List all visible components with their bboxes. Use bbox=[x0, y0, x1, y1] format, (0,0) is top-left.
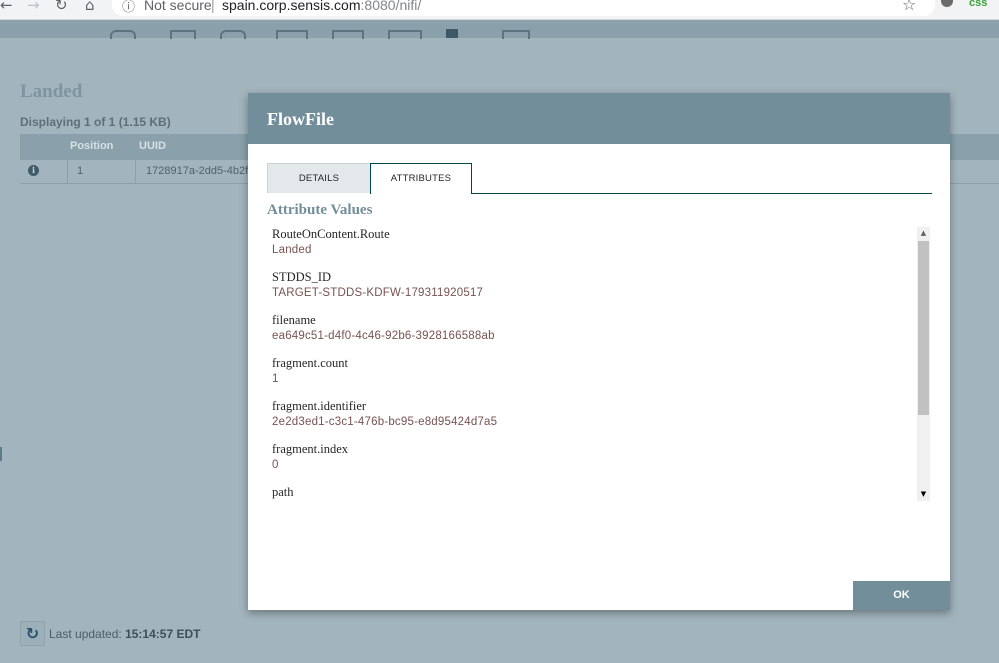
column-header-position[interactable]: Position bbox=[70, 140, 113, 152]
url-separator: | bbox=[211, 0, 215, 13]
scroll-down-icon[interactable]: ▼ bbox=[917, 488, 930, 501]
column-header-uuid[interactable]: UUID bbox=[139, 140, 166, 152]
flowfile-dialog: FlowFile DETAILS ATTRIBUTES Attribute Va… bbox=[248, 93, 950, 610]
tab-details[interactable]: DETAILS bbox=[267, 163, 371, 193]
row-uuid: 1728917a-2dd5-4b2f bbox=[146, 165, 249, 177]
scroll-up-icon[interactable]: ▲ bbox=[917, 227, 930, 240]
funnel-tool-icon[interactable] bbox=[388, 30, 422, 39]
attribute-item: fragment.count 1 bbox=[272, 356, 912, 399]
attribute-value: Landed bbox=[272, 244, 312, 256]
process-group-tool-icon[interactable] bbox=[276, 30, 308, 39]
dialog-title: FlowFile bbox=[267, 109, 334, 129]
refresh-button[interactable]: ↻ bbox=[20, 621, 45, 646]
displaying-count: Displaying 1 of 1 (1.15 KB) bbox=[20, 115, 171, 129]
dialog-header: FlowFile bbox=[248, 93, 950, 144]
attribute-item: fragment.index 0 bbox=[272, 442, 912, 485]
attribute-value: 2e2d3ed1-c3c1-476b-bc95-e8d95424d7a5 bbox=[272, 416, 498, 428]
attribute-name: STDDS_ID bbox=[272, 270, 332, 284]
security-label: Not secure bbox=[144, 0, 212, 13]
scroll-thumb[interactable] bbox=[918, 241, 929, 415]
ok-button[interactable]: OK bbox=[853, 581, 950, 610]
info-icon[interactable]: ⓘ bbox=[122, 0, 135, 15]
queue-title: Landed bbox=[20, 81, 83, 102]
url-text[interactable]: spain.corp.sensis.com:8080/nifi/ bbox=[222, 0, 421, 13]
attribute-item: fragment.identifier 2e2d3ed1-c3c1-476b-b… bbox=[272, 399, 912, 442]
home-icon[interactable]: ⌂ bbox=[85, 0, 95, 14]
nifi-toolbar bbox=[0, 20, 999, 39]
output-port-tool-icon[interactable] bbox=[220, 30, 246, 39]
extension-icon[interactable] bbox=[941, 0, 953, 7]
column-divider bbox=[67, 160, 68, 183]
last-updated-label: Last updated: bbox=[49, 627, 122, 641]
bookmark-star-icon[interactable]: ☆ bbox=[902, 0, 916, 14]
attribute-scrollbar[interactable]: ▲ ▼ bbox=[917, 227, 930, 501]
processor-tool-icon[interactable] bbox=[110, 30, 136, 39]
attribute-value: TARGET-STDDS-KDFW-179311920517 bbox=[272, 287, 484, 299]
css-extension-icon[interactable]: css bbox=[969, 0, 987, 9]
info-icon[interactable]: i bbox=[28, 165, 39, 176]
attribute-item: STDDS_ID TARGET-STDDS-KDFW-179311920517 bbox=[272, 270, 912, 313]
attribute-list: RouteOnContent.Route Landed STDDS_ID TAR… bbox=[272, 227, 912, 528]
attribute-name: filename bbox=[272, 313, 316, 327]
url-host: spain.corp.sensis.com bbox=[222, 0, 361, 13]
attribute-item: RouteOnContent.Route Landed bbox=[272, 227, 912, 270]
attribute-name: fragment.identifier bbox=[272, 399, 367, 413]
row-position: 1 bbox=[77, 165, 84, 177]
attribute-value: 1 bbox=[272, 373, 279, 385]
attribute-name: RouteOnContent.Route bbox=[272, 227, 390, 241]
back-icon[interactable]: ← bbox=[0, 0, 13, 14]
tab-attributes[interactable]: ATTRIBUTES bbox=[370, 163, 472, 194]
attribute-item: filename ea649c51-d4f0-4c46-92b6-3928166… bbox=[272, 313, 912, 356]
side-marker bbox=[0, 447, 2, 461]
forward-icon[interactable]: → bbox=[27, 0, 40, 14]
attribute-name: fragment.index bbox=[272, 442, 349, 456]
attribute-value: ea649c51-d4f0-4c46-92b6-3928166588ab bbox=[272, 330, 495, 342]
last-updated: Last updated: 15:14:57 EDT bbox=[49, 627, 200, 641]
url-path: :8080/nifi/ bbox=[360, 0, 422, 13]
remote-group-tool-icon[interactable] bbox=[332, 30, 364, 39]
reload-icon[interactable]: ↻ bbox=[55, 0, 68, 14]
tab-underline bbox=[472, 193, 932, 194]
attribute-name: path bbox=[272, 485, 294, 499]
template-tool-icon[interactable] bbox=[446, 29, 458, 38]
browser-bar: ← → ↻ ⌂ ⓘ Not secure | spain.corp.sensis… bbox=[0, 0, 999, 20]
input-port-tool-icon[interactable] bbox=[170, 30, 196, 39]
column-divider bbox=[135, 160, 136, 183]
section-title: Attribute Values bbox=[267, 202, 373, 218]
last-updated-time: 15:14:57 EDT bbox=[125, 627, 201, 641]
attribute-value: 0 bbox=[272, 459, 279, 471]
attribute-item: path bbox=[272, 485, 912, 528]
label-tool-icon[interactable] bbox=[502, 30, 530, 39]
attribute-name: fragment.count bbox=[272, 356, 349, 370]
